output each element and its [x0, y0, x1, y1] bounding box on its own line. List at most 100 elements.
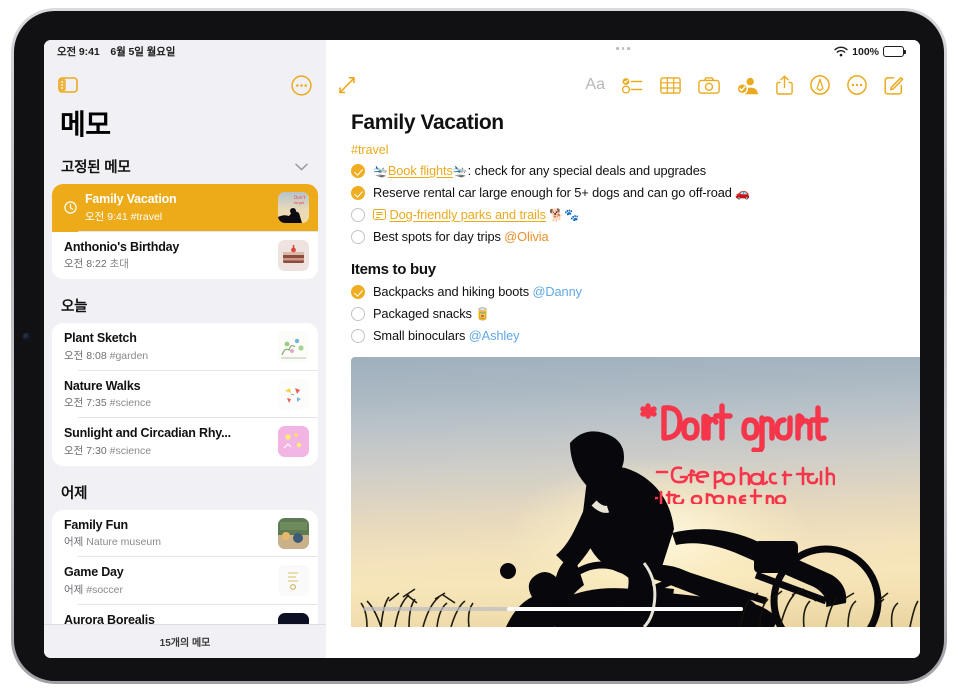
- mention-olivia[interactable]: @Olivia: [504, 229, 548, 244]
- list-item-content: 🛬Book flights🛬: check for any special de…: [373, 163, 706, 179]
- dog-friendly-parks-link[interactable]: Dog-friendly parks and trails: [389, 207, 546, 222]
- mention-ashley[interactable]: @Ashley: [469, 328, 520, 343]
- list-item-content: Packaged snacks 🥫: [373, 306, 490, 322]
- note-text: Game Day 어제 #soccer: [64, 565, 270, 597]
- sidebar-toggle-button[interactable]: [58, 77, 78, 93]
- table-row[interactable]: Family Vacation 오전 9:41 #travel Don't fo…: [52, 184, 318, 232]
- list-item-text: Small binoculars: [373, 328, 469, 343]
- note-preview: #science: [109, 444, 152, 457]
- table-row[interactable]: Sunlight and Circadian Rhy... 오전 7:30 #s…: [52, 418, 318, 466]
- note-meta: 어제 Nature museum: [64, 534, 270, 549]
- sidebar-more-button[interactable]: [291, 74, 312, 96]
- note-title: Plant Sketch: [64, 331, 137, 345]
- note-time: 오전 8:22: [64, 258, 107, 270]
- checklist-button[interactable]: [622, 77, 643, 94]
- note-title: Nature Walks: [64, 378, 141, 393]
- list-item-text: Packaged snacks: [373, 306, 476, 321]
- chevron-down-icon[interactable]: [295, 158, 308, 176]
- list-item[interactable]: 🛬Book flights🛬: check for any special de…: [351, 163, 920, 179]
- table-row[interactable]: Family Fun 어제 Nature museum: [52, 510, 318, 557]
- note-time: 어제: [64, 583, 84, 596]
- ink-annotation-title: [640, 402, 830, 452]
- note-attached-photo[interactable]: [351, 357, 920, 627]
- note-preview: #garden: [109, 349, 149, 362]
- note-text: Nature Walks 오전 7:35 #science: [64, 379, 270, 411]
- more-circle-icon: [847, 75, 867, 95]
- note-body[interactable]: Family Vacation #travel 🛬Book flights🛬: …: [326, 107, 920, 658]
- sidebar-note-list[interactable]: 고정된 메모 Family Vacation 오전 9:41 #travel D…: [44, 143, 326, 658]
- checkbox-checked[interactable]: [351, 285, 365, 299]
- pin-icon: [64, 201, 77, 214]
- foreground-brush-left: [360, 588, 474, 627]
- note-meta: 오전 8:22 초대: [64, 256, 270, 271]
- book-flights-link[interactable]: Book flights: [388, 163, 453, 178]
- status-bar-right-group: 100%: [326, 40, 920, 63]
- status-date: 6월 5일 월요일: [110, 46, 176, 58]
- list-item[interactable]: Packaged snacks 🥫: [351, 306, 920, 322]
- note-thumbnail: [278, 239, 309, 271]
- camera-icon: [698, 76, 720, 94]
- note-time: 오전 7:30: [64, 444, 107, 457]
- table-row[interactable]: Anthonio's Birthday 오전 8:22 초대: [52, 232, 318, 280]
- foreground-brush-right: [739, 588, 919, 627]
- note-preview: 초대: [109, 258, 129, 270]
- note-title: Family Fun: [64, 517, 128, 532]
- car-icon: 🚗: [735, 186, 751, 200]
- list-item[interactable]: Reserve rental car large enough for 5+ d…: [351, 185, 920, 201]
- list-item[interactable]: Dog-friendly parks and trails 🐕🐾: [351, 207, 920, 223]
- checklist-icon: [622, 77, 643, 94]
- list-item-content: Reserve rental car large enough for 5+ d…: [373, 185, 750, 201]
- status-time: 오전 9:41: [57, 46, 100, 58]
- sidebar-section-header-yesterday: 어제: [44, 466, 326, 510]
- more-button[interactable]: [847, 75, 867, 95]
- battery-percent-label: 100%: [852, 45, 879, 58]
- share-up-arrow-icon: [776, 75, 793, 95]
- list-item-content: Dog-friendly parks and trails 🐕🐾: [373, 207, 579, 223]
- compose-button[interactable]: [884, 75, 904, 95]
- note-title: Game Day: [64, 565, 124, 579]
- checkbox-checked[interactable]: [351, 186, 365, 200]
- camera-button[interactable]: [698, 76, 720, 94]
- page-title: Family Vacation: [351, 111, 504, 134]
- list-item[interactable]: Small binoculars @Ashley: [351, 328, 920, 344]
- note-tag[interactable]: #travel: [351, 143, 920, 157]
- ipad-screen: 오전 9:41 6월 5일 월요일 메모 고정된 메모 Family Vacat…: [44, 40, 920, 658]
- list-item-content: Small binoculars @Ashley: [373, 328, 520, 344]
- table-row[interactable]: Nature Walks 오전 7:35 #science: [52, 371, 318, 418]
- person-badge-icon: [737, 77, 758, 95]
- markup-button[interactable]: [810, 75, 830, 95]
- note-meta: 오전 7:30 #science: [64, 443, 270, 458]
- list-item-text: Best spots for day trips: [373, 229, 505, 244]
- note-time: 오전 7:35: [64, 397, 107, 409]
- note-meta: 오전 9:41 #travel: [85, 209, 270, 224]
- sidebar-footer: 15개의 메모: [44, 624, 326, 658]
- expand-button[interactable]: [337, 75, 357, 95]
- horizontal-scrollbar[interactable]: [363, 607, 743, 611]
- mention-danny[interactable]: @Danny: [533, 284, 582, 299]
- note-detail-pane: 100% Aa Family Vacation #travel 🛬Book fl…: [326, 40, 920, 658]
- sidebar-section-header-today: 오늘: [44, 279, 326, 323]
- table-row[interactable]: Game Day 어제 #soccer: [52, 557, 318, 605]
- note-text: Family Fun 어제 Nature museum: [64, 518, 270, 550]
- checkbox-checked[interactable]: [351, 164, 365, 178]
- note-title: Sunlight and Circadian Rhy...: [64, 426, 231, 440]
- airplane-icon: 🛬: [373, 164, 388, 178]
- checkbox-unchecked[interactable]: [351, 208, 365, 222]
- checkbox-unchecked[interactable]: [351, 329, 365, 343]
- note-link-icon: [373, 209, 386, 220]
- checkbox-unchecked[interactable]: [351, 307, 365, 321]
- note-thumbnail: [278, 378, 309, 410]
- table-button[interactable]: [660, 76, 681, 94]
- list-item[interactable]: Best spots for day trips @Olivia: [351, 229, 920, 245]
- share-button[interactable]: [776, 75, 793, 95]
- add-collaborator-button[interactable]: [737, 76, 759, 95]
- table-row[interactable]: Plant Sketch 오전 8:08 #garden: [52, 323, 318, 371]
- checkbox-unchecked[interactable]: [351, 230, 365, 244]
- table-icon: [660, 76, 681, 94]
- note-text: Family Vacation 오전 9:41 #travel: [85, 192, 270, 224]
- window-handle-dots[interactable]: [616, 47, 630, 50]
- format-aa-button[interactable]: Aa: [585, 76, 605, 94]
- list-item[interactable]: Backpacks and hiking boots @Danny: [351, 284, 920, 300]
- note-toolbar-actions: Aa: [585, 75, 904, 95]
- note-toolbar: Aa: [326, 63, 920, 107]
